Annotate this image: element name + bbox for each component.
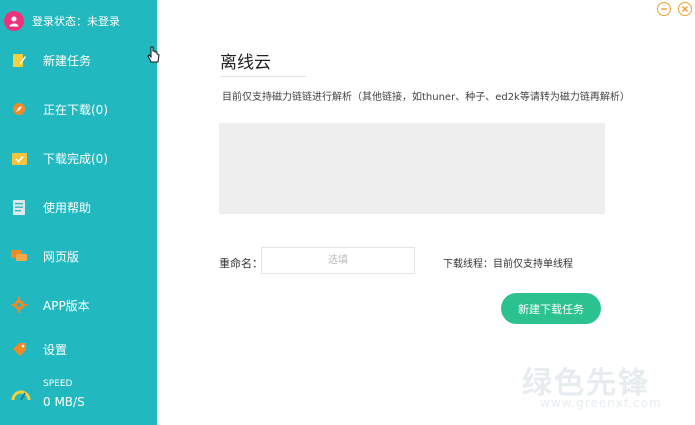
hint-text: 目前仅支持磁力链链进行解析（其他链接，如thuner、种子、ed2k等请转为磁力… <box>222 92 630 103</box>
rename-label: 重命名： <box>219 257 263 270</box>
user-avatar-icon <box>4 11 24 31</box>
sidebar-item-label: 使用帮助 <box>43 200 92 215</box>
minimize-icon[interactable] <box>657 2 671 16</box>
sidebar-item-label: 下载完成(0) <box>43 151 108 166</box>
login-status[interactable]: 登录状态：未登录 <box>4 9 120 33</box>
title-divider <box>220 76 306 77</box>
login-status-text: 登录状态：未登录 <box>32 15 120 28</box>
sidebar-item-new-task[interactable]: 新建任务 <box>0 45 157 75</box>
compass-icon <box>11 101 27 117</box>
speed-value: 0 MB/S <box>43 395 85 409</box>
check-folder-icon <box>11 150 27 166</box>
tag-icon <box>11 341 27 357</box>
sidebar-item-completed[interactable]: 下载完成(0) <box>0 143 157 173</box>
close-icon[interactable] <box>678 2 692 16</box>
rename-input[interactable] <box>261 247 415 274</box>
sidebar-item-label: 设置 <box>43 342 68 357</box>
page-title: 离线云 <box>220 53 271 73</box>
speed-title: SPEED <box>43 379 73 389</box>
sidebar: 登录状态：未登录 新建任务 正在下载(0) 下载完成(0) 使用帮助 网页版 A… <box>0 0 157 425</box>
sidebar-item-label: 网页版 <box>43 249 80 264</box>
chat-icon <box>11 248 27 264</box>
hand-cursor-icon <box>147 46 161 66</box>
sidebar-item-downloading[interactable]: 正在下载(0) <box>0 94 157 124</box>
speed-indicator: SPEED 0 MB/S <box>0 374 157 414</box>
document-icon <box>11 199 27 215</box>
sidebar-item-web[interactable]: 网页版 <box>0 241 157 271</box>
sidebar-item-label: 正在下载(0) <box>43 102 108 117</box>
sidebar-item-app[interactable]: APP版本 <box>0 290 157 320</box>
thread-note: 下载线程：目前仅支持单线程 <box>443 259 573 270</box>
watermark-url: www.greenxf.com <box>540 396 662 410</box>
create-download-task-button[interactable]: 新建下载任务 <box>501 293 601 324</box>
sidebar-item-help[interactable]: 使用帮助 <box>0 192 157 222</box>
sidebar-item-label: 新建任务 <box>43 53 92 68</box>
gear-icon <box>11 297 27 313</box>
speedometer-icon <box>11 386 31 402</box>
sidebar-item-label: APP版本 <box>43 298 90 313</box>
sidebar-item-settings[interactable]: 设置 <box>0 334 157 364</box>
pencil-note-icon <box>11 52 27 68</box>
magnet-link-input[interactable] <box>219 123 605 214</box>
